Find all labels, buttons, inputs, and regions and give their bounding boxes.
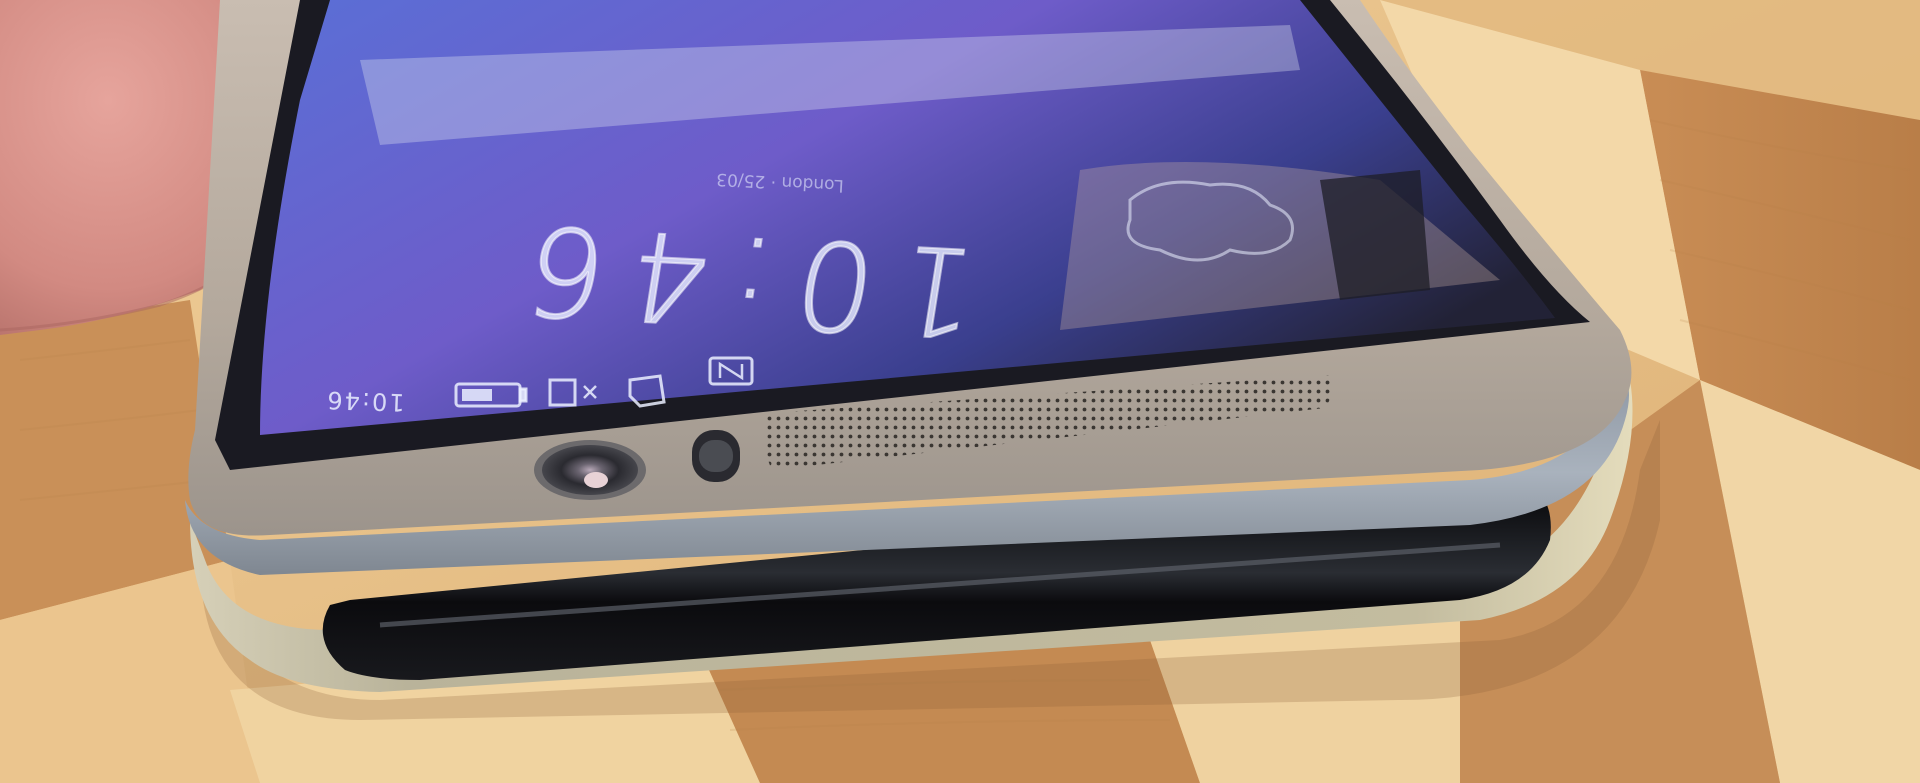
status-bar-time: 10:46 bbox=[324, 385, 406, 417]
phone-photo bbox=[0, 0, 1920, 783]
photo-scene: London · 25/03 10:46 10:46 bbox=[0, 0, 1920, 783]
